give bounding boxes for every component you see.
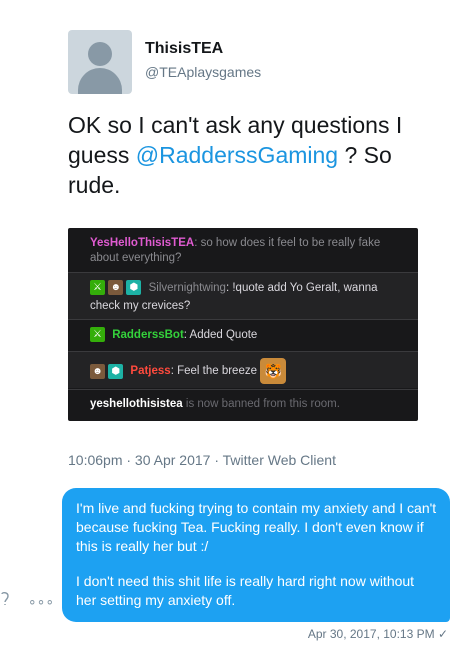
tweet-text: OK so I can't ask any questions I guess … (68, 110, 428, 200)
chat-message: : Feel the breeze (170, 365, 257, 378)
dm-paragraph-1: I'm live and fucking trying to contain m… (76, 500, 437, 554)
chat-username: Patjess (130, 365, 171, 378)
chat-line-1: YesHelloThisisTEA: so how does it feel t… (68, 232, 418, 268)
more-icon[interactable]: ∘∘∘ (28, 593, 54, 610)
chat-system-message: is now banned from this room. (182, 398, 340, 410)
chat-line-5: yeshellothisistea is now banned from thi… (68, 389, 418, 420)
tweet-meta[interactable]: 10:06pm · 30 Apr 2017 · Twitter Web Clie… (68, 452, 336, 468)
sword-badge-icon: ⚔ (90, 280, 105, 296)
chat-line-2: ⚔ ☻ ⬢ Silvernightwing: !quote add Yo Ger… (68, 272, 418, 319)
chat-username: RadderssBot (112, 329, 184, 341)
cat-badge-icon: ☻ (108, 280, 124, 296)
chat-banned-username: yeshellothisistea (90, 398, 183, 410)
tweet-mention-link[interactable]: @RadderssGaming (136, 142, 338, 168)
sword-badge-icon: ⚔ (90, 327, 105, 343)
shield-badge-icon: ⬢ (108, 363, 124, 379)
dm-timestamp: Apr 30, 2017, 10:13 PM ✓ (307, 627, 448, 641)
avatar[interactable] (68, 30, 132, 94)
shield-badge-icon: ⬢ (126, 280, 142, 296)
embedded-tweet: ThisisTEA @TEAplaysgames OK so I can't a… (0, 0, 458, 480)
chat-username: Silvernightwing (148, 282, 226, 294)
tweet-handle[interactable]: @TEAplaysgames (145, 64, 261, 80)
default-avatar-icon (88, 42, 112, 66)
chat-line-3: ⚔ RadderssBot: Added Quote (68, 319, 418, 350)
heart-add-icon[interactable] (0, 591, 10, 609)
dm-actions: ∘∘∘ (0, 591, 68, 610)
chat-screenshot[interactable]: YesHelloThisisTEA: so how does it feel t… (68, 228, 418, 421)
cat-badge-icon: ☻ (90, 363, 105, 379)
tiger-emote-icon: 🐯 (260, 358, 287, 384)
dm-message-bubble[interactable]: I'm live and fucking trying to contain m… (62, 488, 450, 622)
dm-paragraph-2: I don't need this shit life is really ha… (76, 573, 415, 608)
tweet-display-name[interactable]: ThisisTEA (145, 40, 223, 58)
chat-username: YesHelloThisisTEA (90, 237, 195, 249)
chat-line-4: ☻ ⬢ Patjess: Feel the breeze 🐯 (68, 351, 418, 388)
chat-message: : Added Quote (183, 329, 258, 341)
